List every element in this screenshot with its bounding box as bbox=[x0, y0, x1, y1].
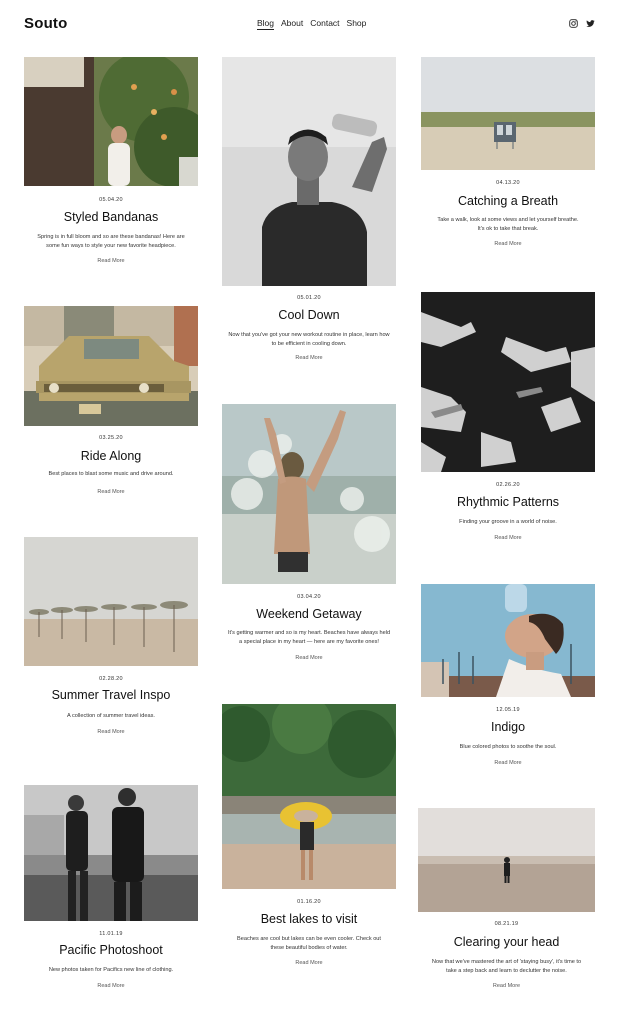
read-more-link[interactable]: Read More bbox=[222, 960, 396, 966]
post-excerpt: Spring is in full bloom and so are these… bbox=[37, 234, 185, 249]
blog-post-card: 01.16.20 Best lakes to visit Beaches are… bbox=[222, 704, 396, 969]
blog-post-card: 05.01.20 Cool Down Now that you've got y… bbox=[222, 57, 396, 367]
post-excerpt: It's getting warmer and so is my heart. … bbox=[227, 630, 391, 645]
post-excerpt: Now that we've mastered the art of 'stay… bbox=[431, 959, 582, 974]
post-title[interactable]: Ride Along bbox=[24, 449, 198, 463]
post-title[interactable]: Rhythmic Patterns bbox=[421, 495, 595, 509]
post-thumbnail[interactable] bbox=[421, 584, 595, 697]
read-more-link[interactable]: Read More bbox=[421, 241, 595, 247]
read-more-link[interactable]: Read More bbox=[222, 355, 396, 361]
blog-post-card: 05.04.20 Styled Bandanas Spring is in fu… bbox=[24, 57, 198, 267]
post-title[interactable]: Pacific Photoshoot bbox=[24, 943, 198, 957]
main-nav: Blog About Contact Shop bbox=[257, 18, 366, 30]
blog-post-card: 04.13.20 Catching a Breath Take a walk, … bbox=[421, 57, 595, 252]
site-header: Souto Blog About Contact Shop bbox=[0, 0, 619, 50]
social-links bbox=[569, 19, 595, 28]
nav-link-blog[interactable]: Blog bbox=[257, 18, 275, 30]
read-more-link[interactable]: Read More bbox=[24, 489, 198, 495]
post-excerpt: New photos taken for Pacifics new line o… bbox=[48, 967, 174, 973]
read-more-link[interactable]: Read More bbox=[24, 729, 198, 735]
twitter-icon[interactable] bbox=[586, 19, 595, 28]
instagram-icon[interactable] bbox=[569, 19, 578, 28]
read-more-link[interactable]: Read More bbox=[421, 760, 595, 766]
post-date: 03.25.20 bbox=[99, 435, 123, 441]
read-more-link[interactable]: Read More bbox=[418, 983, 595, 989]
post-title[interactable]: Cool Down bbox=[222, 308, 396, 322]
post-excerpt: Take a walk, look at some views and let … bbox=[437, 217, 579, 232]
read-more-link[interactable]: Read More bbox=[222, 655, 396, 661]
post-thumbnail[interactable] bbox=[24, 57, 198, 186]
read-more-link[interactable]: Read More bbox=[24, 983, 198, 989]
post-thumbnail[interactable] bbox=[222, 704, 396, 889]
post-thumbnail[interactable] bbox=[222, 404, 396, 584]
post-excerpt: Finding your groove in a world of noise. bbox=[459, 519, 557, 525]
post-excerpt: Beaches are cool but lakes can be even c… bbox=[237, 936, 381, 951]
read-more-link[interactable]: Read More bbox=[24, 258, 198, 264]
blog-post-card: 03.25.20 Ride Along Best places to blast… bbox=[24, 306, 198, 501]
post-title[interactable]: Weekend Getaway bbox=[222, 607, 396, 621]
post-title[interactable]: Indigo bbox=[421, 720, 595, 734]
post-excerpt: Best places to blast some music and driv… bbox=[48, 471, 174, 477]
post-date: 01.16.20 bbox=[297, 899, 321, 905]
post-thumbnail[interactable] bbox=[24, 537, 198, 666]
nav-link-shop[interactable]: Shop bbox=[347, 18, 367, 30]
post-thumbnail[interactable] bbox=[421, 57, 595, 170]
nav-link-contact[interactable]: Contact bbox=[310, 18, 339, 30]
nav-link-about[interactable]: About bbox=[281, 18, 303, 30]
post-date: 05.01.20 bbox=[297, 295, 321, 301]
post-title[interactable]: Summer Travel Inspo bbox=[24, 688, 198, 702]
post-thumbnail[interactable] bbox=[222, 57, 396, 286]
blog-post-card: 12.05.19 Indigo Blue colored photos to s… bbox=[421, 584, 595, 774]
post-date: 04.13.20 bbox=[496, 180, 520, 186]
blog-post-card: 03.04.20 Weekend Getaway It's getting wa… bbox=[222, 404, 396, 664]
post-date: 02.28.20 bbox=[99, 676, 123, 682]
post-date: 11.01.19 bbox=[99, 931, 123, 937]
post-title[interactable]: Catching a Breath bbox=[421, 194, 595, 208]
post-excerpt: Now that you've got your new workout rou… bbox=[228, 332, 390, 347]
post-title[interactable]: Best lakes to visit bbox=[222, 912, 396, 926]
post-thumbnail[interactable] bbox=[418, 808, 595, 912]
blog-post-card: 02.26.20 Rhythmic Patterns Finding your … bbox=[421, 292, 595, 547]
post-excerpt: Blue colored photos to soothe the soul. bbox=[459, 744, 557, 750]
post-title[interactable]: Clearing your head bbox=[418, 935, 595, 949]
post-date: 03.04.20 bbox=[297, 594, 321, 600]
post-excerpt: A collection of summer travel ideas. bbox=[67, 713, 155, 719]
post-thumbnail[interactable] bbox=[421, 292, 595, 472]
post-date: 05.04.20 bbox=[99, 197, 123, 203]
post-date: 08.21.19 bbox=[494, 921, 519, 927]
site-logo[interactable]: Souto bbox=[24, 15, 68, 32]
post-date: 12.05.19 bbox=[496, 707, 520, 713]
post-title[interactable]: Styled Bandanas bbox=[24, 210, 198, 224]
post-thumbnail[interactable] bbox=[24, 306, 198, 426]
post-thumbnail[interactable] bbox=[24, 785, 198, 921]
blog-post-card: 08.21.19 Clearing your head Now that we'… bbox=[418, 808, 595, 998]
read-more-link[interactable]: Read More bbox=[421, 535, 595, 541]
blog-post-card: 11.01.19 Pacific Photoshoot New photos t… bbox=[24, 785, 198, 995]
blog-post-card: 02.28.20 Summer Travel Inspo A collectio… bbox=[24, 537, 198, 742]
post-date: 02.26.20 bbox=[496, 482, 520, 488]
